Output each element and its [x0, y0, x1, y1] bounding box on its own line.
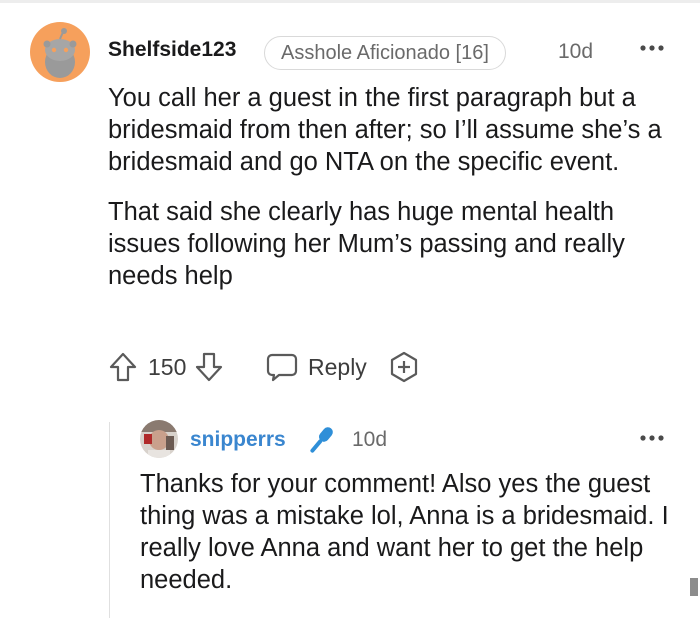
- reply-username[interactable]: snipperrs: [190, 428, 286, 452]
- comment-username[interactable]: Shelfside123: [108, 38, 236, 62]
- snoo-avatar-icon[interactable]: [30, 22, 90, 82]
- thread-line[interactable]: [109, 422, 110, 618]
- reply-button[interactable]: Reply: [266, 348, 367, 386]
- speech-bubble-icon: [266, 352, 298, 382]
- reply-label: Reply: [308, 353, 367, 380]
- microphone-icon: [300, 422, 340, 458]
- more-options-icon[interactable]: [638, 428, 666, 448]
- comment-actions: 150 Reply: [108, 348, 528, 386]
- comment-body: You call her a guest in the first paragr…: [108, 82, 688, 292]
- scrollbar-thumb[interactable]: [690, 578, 698, 596]
- reply-body: Thanks for your comment! Also yes the gu…: [140, 468, 685, 596]
- user-flair: Asshole Aficionado [16]: [264, 36, 506, 70]
- comment-paragraph: That said she clearly has huge mental he…: [108, 198, 625, 290]
- user-avatar-icon[interactable]: [140, 420, 178, 458]
- award-plus-icon[interactable]: [388, 348, 422, 386]
- reply-age: 10d: [352, 428, 388, 451]
- reply-text: Thanks for your comment! Also yes the gu…: [140, 470, 669, 594]
- comment-paragraph: You call her a guest in the first paragr…: [108, 84, 662, 176]
- downvote-icon[interactable]: [194, 348, 226, 386]
- top-divider: [0, 0, 700, 3]
- comment-age: 10d: [558, 40, 594, 63]
- upvote-icon[interactable]: [108, 348, 140, 386]
- more-options-icon[interactable]: [638, 38, 666, 58]
- vote-score: 150: [148, 353, 187, 380]
